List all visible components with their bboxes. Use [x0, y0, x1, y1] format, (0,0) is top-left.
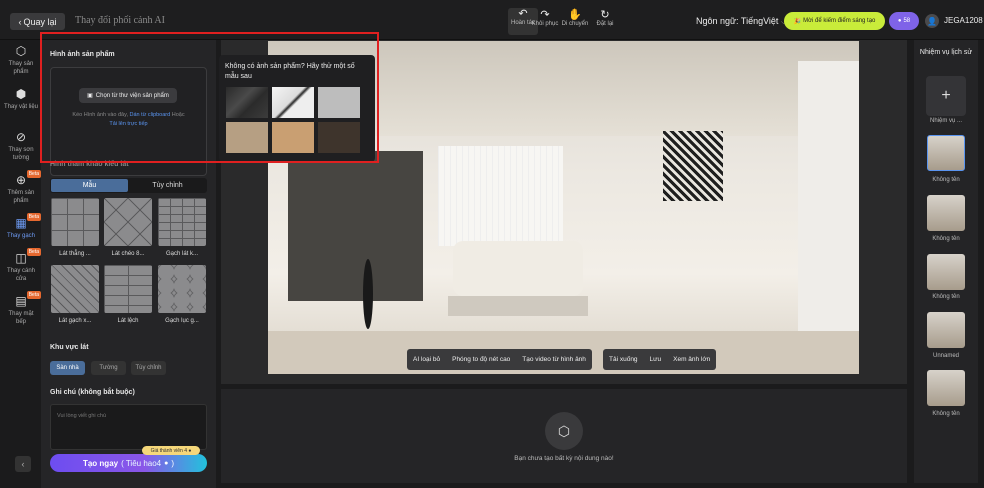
- upscale-button[interactable]: Phóng to độ nét cao: [446, 356, 516, 363]
- rail-item-replace-counter[interactable]: Beta ▤ Thay mặt bếp: [3, 291, 41, 326]
- pattern-label: Lát lệch: [117, 318, 139, 324]
- empty-box-icon: ⬡: [545, 412, 583, 450]
- paste-clipboard-link[interactable]: Dán từ clipboard: [130, 112, 171, 118]
- credits-badge[interactable]: ● 58: [889, 12, 919, 30]
- username: JEGA1208: [944, 16, 983, 25]
- area-title: Khu vực lát: [50, 344, 89, 351]
- cube-icon: ⬡: [15, 44, 27, 58]
- view-large-button[interactable]: Xem ảnh lớn: [667, 356, 716, 363]
- beta-badge: Beta: [26, 248, 41, 256]
- notes-textarea[interactable]: Vui lòng viết ghi chú: [50, 404, 207, 450]
- notes-title: Ghi chú (không bắt buộc): [50, 389, 135, 396]
- pattern-straight[interactable]: [51, 198, 99, 246]
- save-button[interactable]: Lưu: [644, 356, 668, 363]
- product-image-title: Hình ảnh sản phẩm: [50, 51, 115, 58]
- canvas-actions-primary: AI loại bỏ Phóng to độ nét cao Tạo video…: [407, 349, 592, 370]
- pattern-label: Gạch lát k...: [165, 251, 198, 257]
- ai-remove-button[interactable]: AI loại bỏ: [407, 356, 446, 363]
- party-icon: 🎉: [793, 18, 802, 25]
- plus-icon: +: [941, 87, 951, 104]
- move-button[interactable]: ✋ Di chuyển: [560, 9, 590, 28]
- beta-badge: Beta: [26, 213, 41, 221]
- sample-swatch-oak[interactable]: [226, 122, 268, 153]
- pattern-label: Gạch lục g...: [165, 318, 199, 324]
- language-select[interactable]: Ngôn ngữ: TiếngViệt ⌵: [696, 16, 786, 27]
- invite-promo-button[interactable]: 🎉 Mời để kiếm điểm sáng tạo: [784, 12, 885, 30]
- sample-swatch-white-marble[interactable]: [272, 87, 314, 118]
- tab-templates[interactable]: Mẫu: [51, 179, 128, 192]
- dropzone-hint: Kéo Hình ảnh vào đây, Dán từ clipboard H…: [72, 112, 185, 127]
- reset-icon: ↻: [600, 9, 610, 21]
- redo-icon: ↷: [540, 9, 550, 21]
- pattern-label: Lát chéo 8...: [111, 251, 145, 257]
- history-thumb[interactable]: [927, 254, 965, 290]
- chevron-left-icon: ‹: [21, 459, 25, 469]
- rail-item-replace-material[interactable]: ⬢ Thay vật liệu: [3, 87, 39, 111]
- back-button[interactable]: ‹ Quay lại: [10, 13, 65, 30]
- beta-badge: Beta: [26, 291, 41, 299]
- history-label: Không tên: [932, 236, 960, 242]
- history-title: Nhiệm vụ lịch sử: [919, 49, 973, 56]
- pattern-label: Lát gạch x...: [58, 318, 92, 324]
- area-floor-button[interactable]: Sàn nhà: [50, 361, 85, 375]
- image-to-video-button[interactable]: Tạo video từ hình ảnh: [516, 356, 592, 363]
- history-label: Không tên: [932, 177, 960, 183]
- rail-item-replace-door[interactable]: Beta ◫ Thay cánh cửa: [3, 248, 41, 283]
- canvas-actions-secondary: Tải xuống Lưu Xem ảnh lớn: [603, 349, 717, 370]
- sample-swatch-dark-wood[interactable]: [318, 122, 360, 153]
- product-library-button[interactable]: ▣ Chọn từ thư viện sản phẩm: [79, 88, 177, 103]
- sample-swatch-dark-marble[interactable]: [226, 87, 268, 118]
- history-label: Unnamed: [932, 353, 959, 359]
- pattern-herringbone[interactable]: [51, 265, 99, 313]
- new-task-button[interactable]: +: [926, 76, 966, 116]
- pattern-basketweave[interactable]: [158, 198, 206, 246]
- area-wall-button[interactable]: Tường: [91, 361, 126, 375]
- generate-button[interactable]: Tạo ngay( Tiêu hao4 ●): [50, 454, 207, 472]
- pattern-diagonal[interactable]: [104, 198, 152, 246]
- rail-item-replace-product[interactable]: ⬡ Thay sản phẩm: [3, 44, 39, 76]
- sample-swatch-light-wood[interactable]: [272, 122, 314, 153]
- user-icon[interactable]: 👤: [925, 14, 939, 28]
- paint-icon: ⊘: [15, 130, 27, 144]
- history-thumb[interactable]: [927, 370, 965, 406]
- reset-button[interactable]: ↻ Đặt lại: [590, 9, 620, 28]
- popover-title: Không có ảnh sản phẩm? Hãy thử một số mẫ…: [225, 63, 355, 80]
- pattern-hexagon[interactable]: [158, 265, 206, 313]
- area-custom-button[interactable]: Tùy chỉnh: [131, 361, 166, 375]
- chevron-left-icon: ‹: [18, 16, 22, 27]
- download-button[interactable]: Tải xuống: [603, 356, 644, 363]
- folder-icon: ▣: [87, 93, 93, 99]
- pattern-label: Lát thẳng ...: [59, 251, 91, 257]
- rail-item-replace-tile[interactable]: Beta ▦ Thay gạch: [3, 213, 41, 240]
- upload-direct-link[interactable]: Tải lên trực tiếp: [109, 121, 147, 127]
- coin-icon: ●: [164, 459, 169, 467]
- history-thumb[interactable]: [927, 195, 965, 231]
- rail-item-add-product[interactable]: Beta ⊕ Thêm sản phẩm: [3, 170, 41, 205]
- pattern-offset[interactable]: [104, 265, 152, 313]
- history-label: Không tên: [932, 294, 960, 300]
- collapse-panel-button[interactable]: ‹: [15, 456, 31, 472]
- member-price-badge: Giá thành viên 4 ●: [142, 446, 200, 455]
- sample-swatch-grey-stone[interactable]: [318, 87, 360, 118]
- history-thumb[interactable]: [927, 312, 965, 348]
- coin-icon: ●: [897, 18, 902, 24]
- redo-button[interactable]: ↷ Khôi phục: [530, 9, 560, 28]
- reference-title: Hình tham khảo kiểu lát: [50, 161, 129, 168]
- coin-icon: ●: [188, 447, 192, 454]
- hand-icon: ✋: [568, 9, 582, 21]
- rail-item-wall-paint[interactable]: ⊘ Thay sơn tường: [3, 130, 39, 162]
- tab-custom[interactable]: Tùy chỉnh: [129, 179, 206, 192]
- history-label: Không tên: [932, 411, 960, 417]
- empty-state-text: Bạn chưa tạo bất kỳ nội dung nào!: [514, 455, 614, 462]
- new-task-label: Nhiệm vụ ...: [929, 118, 962, 124]
- page-title: Thay đổi phối cảnh AI: [75, 15, 165, 26]
- beta-badge: Beta: [26, 170, 41, 178]
- history-thumb[interactable]: [927, 135, 965, 171]
- material-icon: ⬢: [15, 87, 27, 101]
